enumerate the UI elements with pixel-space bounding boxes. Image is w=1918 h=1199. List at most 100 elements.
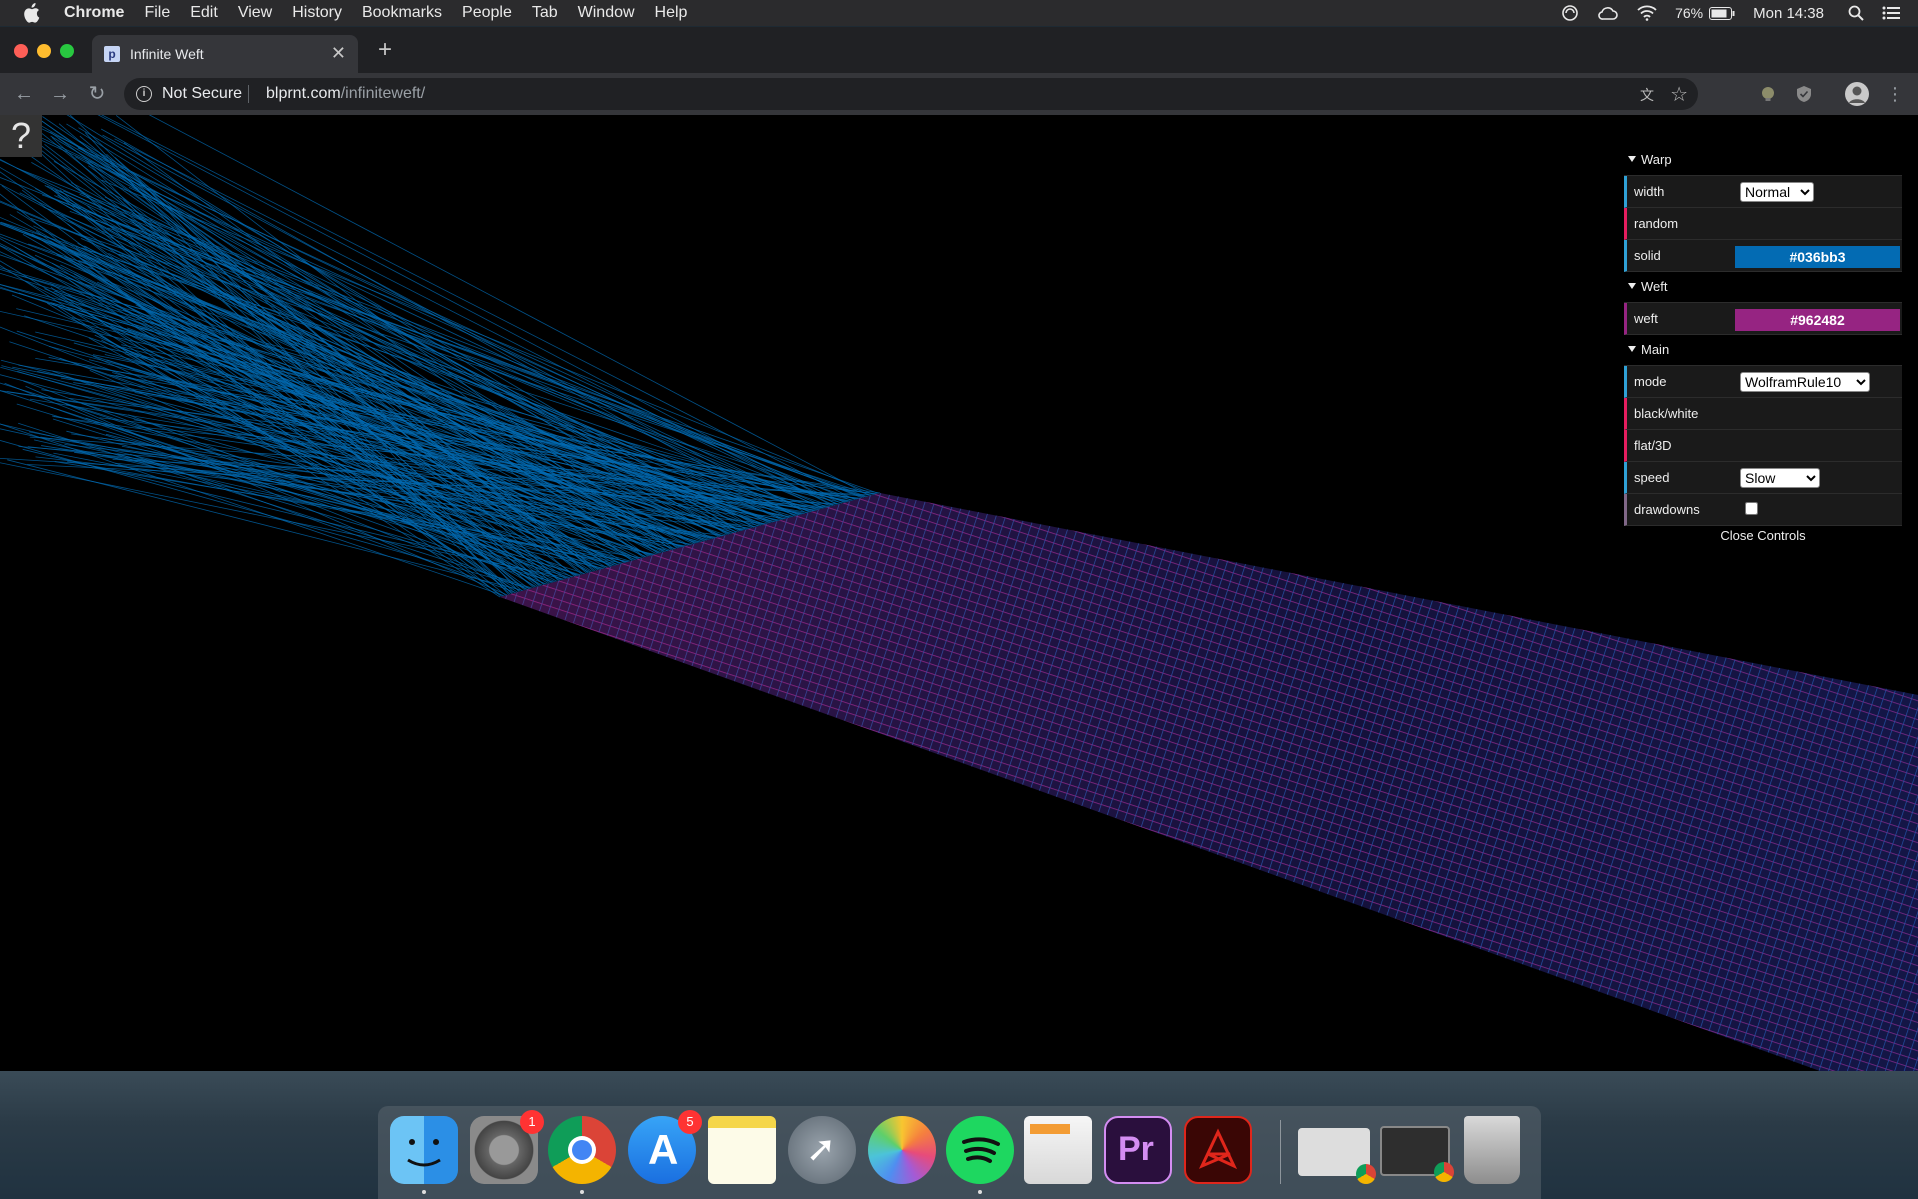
browser-toolbar: ← → ↻ i Not Secure blprnt.com/infinitewe… — [0, 73, 1918, 115]
wifi-icon[interactable] — [1637, 5, 1657, 21]
folder-toggle-icon — [1628, 283, 1636, 289]
menu-help[interactable]: Help — [655, 4, 688, 22]
control-speed: speed Slow — [1624, 462, 1902, 494]
running-indicator — [580, 1190, 584, 1194]
control-flat-3d[interactable]: flat/3D — [1624, 430, 1902, 462]
chrome-badge-icon — [1434, 1162, 1454, 1182]
menu-edit[interactable]: Edit — [190, 4, 218, 22]
chrome-window-2-icon[interactable] — [1380, 1126, 1454, 1182]
folder-warp-title: Warp — [1641, 152, 1672, 167]
mode-select[interactable]: WolframRule10 — [1740, 372, 1870, 392]
control-warp-solid: solid #036bb3 — [1624, 240, 1902, 272]
url-text[interactable]: blprnt.com/infiniteweft/ — [266, 85, 425, 103]
control-warp-random[interactable]: random — [1624, 208, 1902, 240]
warp-color-swatch[interactable]: #036bb3 — [1735, 246, 1900, 268]
site-info-icon[interactable]: i — [136, 86, 152, 102]
close-tab-icon[interactable]: ✕ — [331, 43, 346, 64]
close-controls-button[interactable]: Close Controls — [1624, 526, 1902, 550]
control-label: random — [1634, 216, 1679, 231]
chrome-window-1-icon[interactable] — [1298, 1128, 1376, 1184]
premiere-pro-icon[interactable]: Pr — [1104, 1116, 1172, 1184]
speed-select[interactable]: Slow — [1740, 468, 1820, 488]
minimize-window-button[interactable] — [37, 44, 51, 58]
control-label: width — [1634, 184, 1665, 199]
notification-center-icon[interactable] — [1882, 6, 1900, 20]
forward-icon[interactable]: → — [49, 83, 71, 105]
creative-cloud-icon[interactable] — [1597, 5, 1619, 21]
zoom-window-button[interactable] — [60, 44, 74, 58]
notes-icon[interactable] — [708, 1116, 776, 1184]
battery-icon[interactable] — [1709, 6, 1735, 20]
menu-bookmarks[interactable]: Bookmarks — [362, 4, 442, 22]
running-indicator — [978, 1190, 982, 1194]
browser-window: p Infinite Weft ✕ + ← → ↻ i Not Secure b… — [0, 27, 1918, 1071]
new-tab-button[interactable]: + — [378, 36, 392, 64]
reload-icon[interactable]: ↻ — [86, 83, 108, 105]
drawdowns-checkbox[interactable] — [1745, 502, 1758, 515]
help-button[interactable]: ? — [0, 115, 42, 157]
app-store-icon[interactable]: A 5 — [628, 1110, 702, 1184]
folder-warp[interactable]: Warp — [1624, 145, 1902, 176]
rocket-glyph: ➚ — [806, 1128, 837, 1169]
menu-view[interactable]: View — [238, 4, 272, 22]
menu-app-name[interactable]: Chrome — [64, 4, 124, 22]
tab-infinite-weft[interactable]: p Infinite Weft ✕ — [92, 35, 358, 73]
chrome-icon-center — [572, 1140, 592, 1160]
chrome-icon[interactable] — [548, 1116, 616, 1194]
warp-thread — [54, 461, 643, 559]
control-black-white[interactable]: black/white — [1624, 398, 1902, 430]
trash-icon[interactable] — [1464, 1116, 1520, 1184]
menu-window[interactable]: Window — [578, 4, 635, 22]
translate-icon[interactable]: 文 — [1640, 85, 1658, 103]
menu-bar: Chrome File Edit View History Bookmarks … — [0, 0, 1918, 26]
address-separator — [248, 85, 249, 103]
spotify-icon[interactable] — [946, 1116, 1014, 1194]
sync-status-icon[interactable] — [1561, 4, 1579, 22]
acrobat-glyph-icon — [1198, 1128, 1238, 1170]
premiere-pro-label: Pr — [1118, 1130, 1154, 1168]
profile-avatar-icon[interactable] — [1844, 81, 1870, 107]
extension-bulb-icon[interactable] — [1758, 84, 1778, 104]
clock[interactable]: Mon 14:38 — [1753, 5, 1824, 22]
security-status[interactable]: Not Secure — [162, 85, 242, 103]
spotlight-search-icon[interactable] — [1848, 5, 1864, 21]
tab-title: Infinite Weft — [130, 46, 204, 62]
finder-icon[interactable] — [390, 1116, 458, 1194]
menu-file[interactable]: File — [144, 4, 170, 22]
warp-width-select[interactable]: Normal — [1740, 182, 1814, 202]
chrome-badge-icon — [1356, 1164, 1376, 1184]
menu-tab[interactable]: Tab — [532, 4, 558, 22]
address-bar[interactable]: i Not Secure blprnt.com/infiniteweft/ 文 … — [124, 78, 1698, 110]
pages-icon[interactable] — [1024, 1116, 1092, 1184]
acrobat-icon[interactable] — [1184, 1116, 1252, 1184]
app-store-glyph: A — [648, 1126, 679, 1173]
apple-menu-icon[interactable] — [22, 3, 40, 23]
chrome-menu-icon[interactable]: ⋮ — [1884, 83, 1906, 105]
warp-thread — [43, 206, 797, 517]
controls-panel: Warp width Normal random solid #036bb3 W… — [1624, 145, 1902, 550]
dock: 1 A 5 ➚ Pr — [378, 1106, 1541, 1199]
system-preferences-icon[interactable]: 1 — [470, 1110, 544, 1184]
control-mode: mode WolframRule10 — [1624, 366, 1902, 398]
tab-strip: p Infinite Weft ✕ + — [0, 27, 1918, 73]
pages-header-strip — [1030, 1124, 1070, 1134]
finder-face-icon — [407, 1139, 441, 1167]
folder-toggle-icon — [1628, 346, 1636, 352]
back-icon[interactable]: ← — [13, 83, 35, 105]
control-label: speed — [1634, 470, 1670, 485]
folder-main[interactable]: Main — [1624, 335, 1902, 366]
menu-history[interactable]: History — [292, 4, 342, 22]
warp-threads — [0, 115, 881, 598]
extension-shield-icon[interactable] — [1794, 84, 1814, 104]
folder-weft[interactable]: Weft — [1624, 272, 1902, 303]
weft-color-swatch[interactable]: #962482 — [1735, 309, 1900, 331]
photos-icon[interactable] — [868, 1116, 936, 1184]
control-label: flat/3D — [1634, 438, 1672, 453]
folder-weft-title: Weft — [1641, 279, 1668, 294]
bookmark-star-icon[interactable]: ☆ — [1670, 82, 1688, 107]
launchpad-icon[interactable]: ➚ — [788, 1116, 856, 1184]
spotify-waves-icon — [962, 1137, 1000, 1163]
menu-people[interactable]: People — [462, 4, 512, 22]
running-indicator — [422, 1190, 426, 1194]
close-window-button[interactable] — [14, 44, 28, 58]
